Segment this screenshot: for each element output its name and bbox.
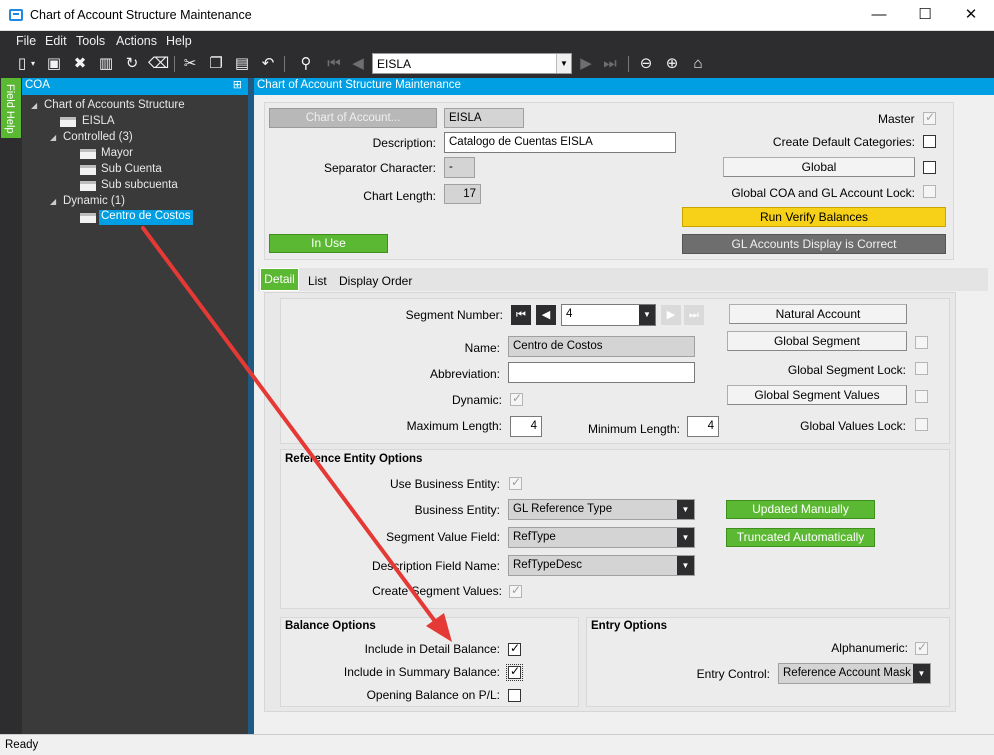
status-text: Ready — [5, 739, 39, 751]
status-bar: Ready — [0, 734, 994, 755]
annotation-arrow — [141, 226, 452, 642]
arrow-shaft — [141, 226, 439, 626]
